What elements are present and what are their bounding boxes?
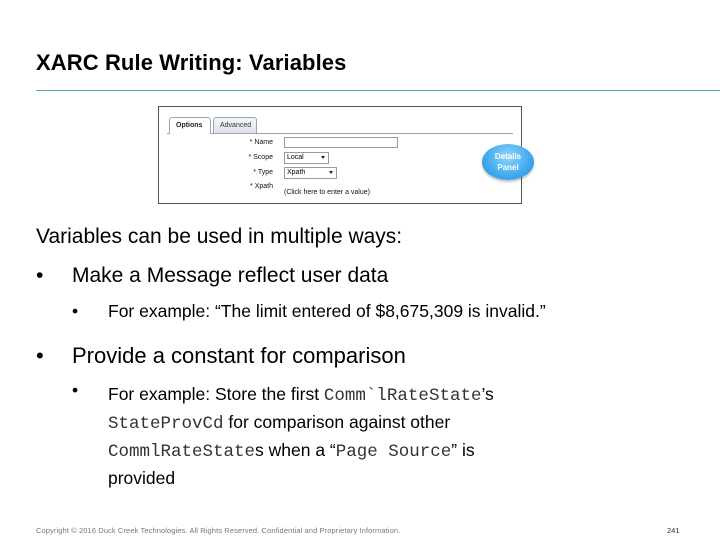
intro-text: Variables can be used in multiple ways: <box>36 225 403 248</box>
chevron-down-icon <box>321 156 325 159</box>
xpath-label: * Xpath <box>250 183 273 190</box>
details-panel-button[interactable]: Details Panel <box>482 144 534 180</box>
type-row: * Type Xpath <box>167 167 507 179</box>
name-row: * Name <box>167 137 507 149</box>
xpath-value-link[interactable]: (Click here to enter a value) <box>284 189 370 196</box>
type-value: Xpath <box>287 169 306 176</box>
sub-bullet-constant-text: For example: Store the first Comm`lRateS… <box>108 380 494 492</box>
name-label: * Name <box>249 139 273 146</box>
scope-label: * Scope <box>248 154 273 161</box>
scope-row: * Scope Local <box>167 152 507 164</box>
variable-properties-screenshot: Options Advanced * Name * Scope Local * … <box>158 106 522 204</box>
bullet-message-text: Make a Message reflect user data <box>72 264 389 287</box>
text-run: For example: Store the first <box>108 384 324 404</box>
sub-bullet-message-text: For example: “The limit entered of $8,67… <box>108 301 546 321</box>
slide-title: XARC Rule Writing: Variables <box>36 50 347 75</box>
scope-select[interactable]: Local <box>284 152 329 164</box>
page-number: 241 <box>667 526 680 535</box>
bullet-symbol: • <box>36 264 44 287</box>
details-panel-label: Details Panel <box>494 152 522 172</box>
type-label: * Type <box>253 169 273 176</box>
code-comml-rate-state: Comm`lRateState <box>323 386 482 406</box>
tab-options[interactable]: Options <box>169 117 211 134</box>
bullet-constant-text: Provide a constant for comparison <box>72 343 406 368</box>
title-divider <box>36 90 720 91</box>
tab-advanced[interactable]: Advanced <box>213 117 257 133</box>
bullet-symbol: • <box>72 301 79 321</box>
xpath-row: * Xpath (Click here to enter a value) <box>167 181 507 196</box>
properties-panel: Options Advanced * Name * Scope Local * … <box>167 115 513 196</box>
name-input[interactable] <box>284 137 398 148</box>
chevron-down-icon <box>329 171 333 174</box>
bullet-symbol: • <box>36 343 44 368</box>
copyright-footer: Copyright © 2016 Duck Creek Technologies… <box>36 526 401 535</box>
text-run: ” is <box>451 440 475 460</box>
code-state-prov-cd: StateProvCd <box>108 414 224 434</box>
code-page-source: Page Source <box>335 442 452 462</box>
scope-value: Local <box>287 154 304 161</box>
text-run: ’s <box>481 384 494 404</box>
text-run: provided <box>108 468 176 488</box>
bullet-symbol: • <box>72 380 79 400</box>
text-run: s when a “ <box>255 440 336 460</box>
type-select[interactable]: Xpath <box>284 167 337 179</box>
code-comml-rate-state-plural: CommlRateState <box>108 442 256 462</box>
options-form: * Name * Scope Local * Type Xpath * Xpat… <box>167 133 513 196</box>
text-run: for comparison against other <box>223 412 451 432</box>
